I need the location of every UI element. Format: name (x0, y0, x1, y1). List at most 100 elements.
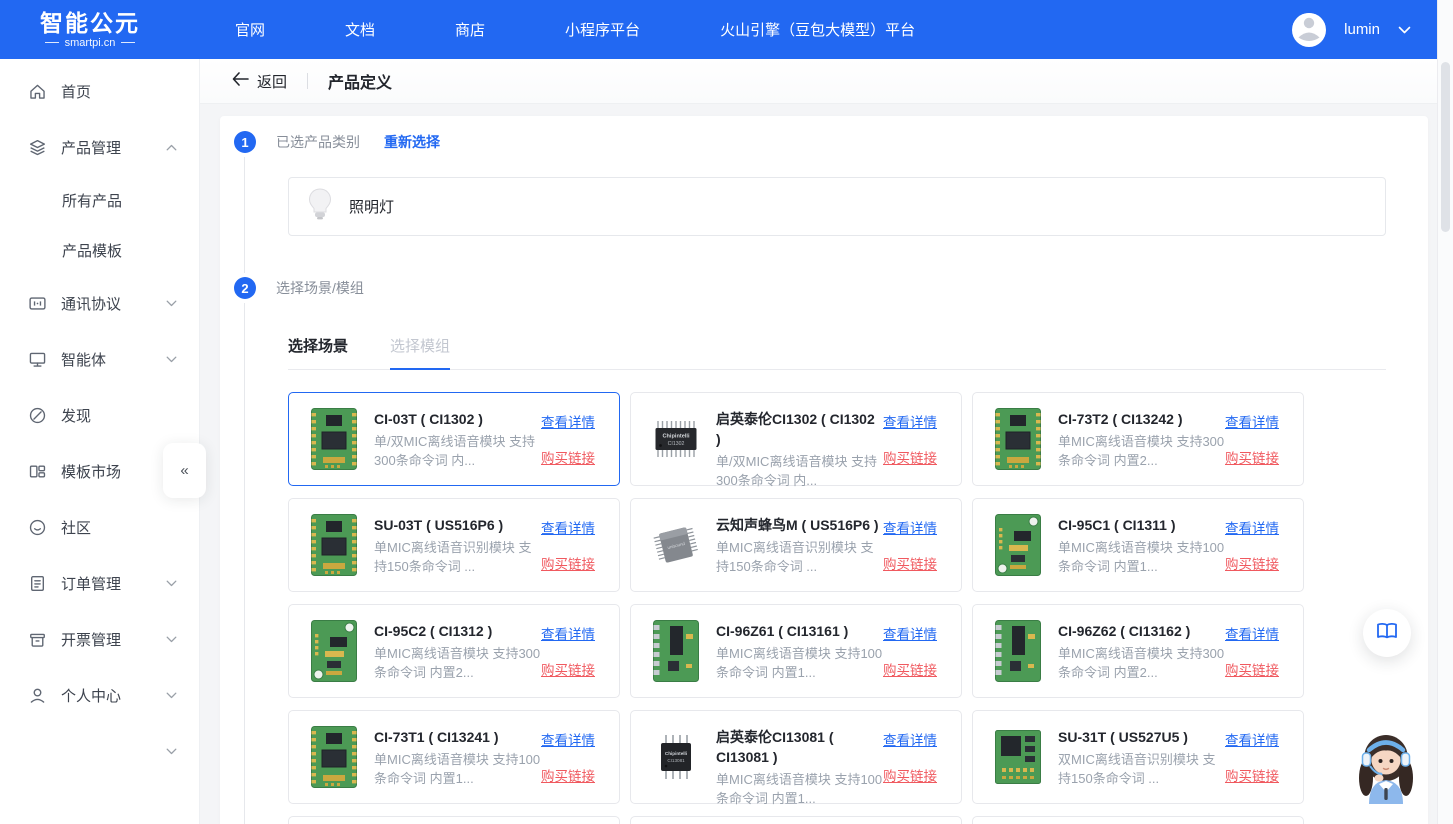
sidebar-item-invoice-management[interactable]: 开票管理 (0, 611, 199, 667)
module-card-partial[interactable] (972, 816, 1304, 824)
chevron-down-icon (166, 636, 177, 643)
content-panel: 1 已选产品类别 重新选择 照明灯 2 选择场景/模组 选择场景 选择模组 CI… (220, 116, 1428, 824)
scrollbar-thumb[interactable] (1441, 62, 1450, 232)
module-card-su-03t[interactable]: SU-03T ( US516P6 )单MIC离线语音识别模块 支持150条命令词… (288, 498, 620, 592)
docs-floating-button[interactable] (1363, 609, 1411, 657)
view-details-link[interactable]: 查看详情 (541, 411, 603, 431)
view-details-link[interactable]: 查看详情 (1225, 623, 1287, 643)
sidebar-item-personal-center[interactable]: 个人中心 (0, 667, 199, 723)
buy-link[interactable]: 购买链接 (1225, 659, 1287, 679)
nav-item-official-site[interactable]: 官网 (235, 19, 265, 40)
orders-icon (28, 574, 47, 593)
view-details-link[interactable]: 查看详情 (541, 623, 603, 643)
module-image-pcb-round (311, 620, 357, 682)
step-connector-line (244, 303, 245, 824)
step2-row: 2 选择场景/模组 (234, 277, 1428, 299)
step1-row: 1 已选产品类别 重新选择 (234, 116, 1428, 153)
buy-link[interactable]: 购买链接 (541, 447, 603, 467)
sidebar-item-more[interactable] (0, 723, 199, 779)
view-details-link[interactable]: 查看详情 (541, 729, 603, 749)
module-card-ci-95c2[interactable]: CI-95C2 ( CI1312 ) 单MIC离线语音模块 支持300条命令词 内… (288, 604, 620, 698)
app-logo[interactable]: 智能公元 smartpi.cn (40, 11, 140, 49)
view-details-link[interactable]: 查看详情 (1225, 517, 1287, 537)
buy-link[interactable]: 购买链接 (541, 659, 603, 679)
sidebar-item-product-management[interactable]: 产品管理 (0, 119, 199, 175)
module-card-partial[interactable] (630, 816, 962, 824)
module-card-ci-95c1[interactable]: CI-95C1 ( CI1311 )单MIC离线语音模块 支持100条命令词 内… (972, 498, 1304, 592)
module-card-partial[interactable] (288, 816, 620, 824)
sidebar-item-community[interactable]: 社区 (0, 499, 199, 555)
sidebar-item-agent[interactable]: 智能体 (0, 331, 199, 387)
module-image-pcb (311, 514, 357, 576)
module-title: SU-03T ( US516P6 ) (374, 515, 541, 535)
svg-text:Chipintelli: Chipintelli (665, 751, 687, 756)
buy-link[interactable]: 购买链接 (883, 659, 945, 679)
buy-link[interactable]: 购买链接 (883, 553, 945, 573)
module-card-su-31t[interactable]: SU-31T ( US527U5 )双MIC离线语音识别模块 支持150条命令词… (972, 710, 1304, 804)
back-button[interactable]: 返回 (232, 71, 287, 92)
buy-link[interactable]: 购买链接 (883, 765, 945, 785)
view-details-link[interactable]: 查看详情 (541, 517, 603, 537)
user-menu-chevron-down-icon[interactable] (1398, 26, 1411, 34)
sidebar-collapse-button[interactable]: « (163, 443, 206, 498)
module-title: 启英泰伦CI13081 ( CI13081 ) (716, 727, 883, 767)
module-card-yzs-fengniao[interactable]: unisound云知声蜂鸟M ( US516P6 )单MIC离线语音识别模块 支… (630, 498, 962, 592)
assistant-mascot[interactable] (1349, 726, 1423, 804)
module-image-chip-black: ChipintelliCI1302 (653, 408, 699, 470)
sidebar-item-all-products[interactable]: 所有产品 (0, 175, 199, 225)
tab-select-scene[interactable]: 选择场景 (288, 335, 348, 369)
view-details-link[interactable]: 查看详情 (883, 729, 945, 749)
nav-item-miniapp-platform[interactable]: 小程序平台 (565, 19, 640, 40)
step2-badge: 2 (234, 277, 256, 299)
nav-item-volcengine-platform[interactable]: 火山引擎（豆包大模型）平台 (720, 19, 915, 40)
sidebar-item-product-templates[interactable]: 产品模板 (0, 225, 199, 275)
buy-link[interactable]: 购买链接 (1225, 447, 1287, 467)
sidebar-item-label: 社区 (61, 517, 177, 538)
sidebar-item-label: 开票管理 (61, 629, 166, 650)
module-title: CI-73T2 ( CI13242 ) (1058, 409, 1225, 429)
svg-text:CI1302: CI1302 (668, 441, 685, 447)
module-card-qyt-ci1302[interactable]: ChipintelliCI1302启英泰伦CI1302 ( CI1302 )单/… (630, 392, 962, 486)
module-title: CI-95C2 ( CI1312 ) (374, 621, 541, 641)
user-avatar[interactable] (1292, 13, 1326, 47)
view-details-link[interactable]: 查看详情 (883, 623, 945, 643)
market-icon (28, 462, 47, 481)
tab-select-module[interactable]: 选择模组 (390, 335, 450, 370)
module-card-ci-96z62[interactable]: CI-96Z62 ( CI13162 )单MIC离线语音模块 支持300条命令词… (972, 604, 1304, 698)
module-card-ci-96z61[interactable]: CI-96Z61 ( CI13161 )单MIC离线语音模块 支持100条命令词… (630, 604, 962, 698)
module-description: 单MIC离线语音识别模块 支持150条命令词 ... (716, 538, 883, 576)
view-details-link[interactable]: 查看详情 (883, 517, 945, 537)
nav-item-store[interactable]: 商店 (455, 19, 485, 40)
module-title: 启英泰伦CI1302 ( CI1302 ) (716, 409, 883, 449)
view-details-link[interactable]: 查看详情 (1225, 729, 1287, 749)
buy-link[interactable]: 购买链接 (1225, 765, 1287, 785)
module-card-ci-73t1[interactable]: CI-73T1 ( CI13241 )单MIC离线语音模块 支持100条命令词 … (288, 710, 620, 804)
module-description: 单MIC离线语音模块 支持100条命令词 内置1... (716, 770, 883, 808)
avatar-person-icon (1292, 13, 1326, 47)
reselect-link[interactable]: 重新选择 (384, 132, 440, 152)
home-icon (28, 82, 47, 101)
sidebar-item-home[interactable]: 首页 (0, 63, 199, 119)
sidebar-item-order-management[interactable]: 订单管理 (0, 555, 199, 611)
module-card-ci-03t[interactable]: CI-03T ( CI1302 )单/双MIC离线语音模块 支持300条命令词 … (288, 392, 620, 486)
sidebar-item-protocol[interactable]: 通讯协议 (0, 275, 199, 331)
module-image-pcb (311, 726, 357, 788)
module-card-ci-73t2[interactable]: CI-73T2 ( CI13242 )单MIC离线语音模块 支持300条命令词 … (972, 392, 1304, 486)
username[interactable]: lumin (1344, 21, 1380, 38)
buy-link[interactable]: 购买链接 (883, 447, 945, 467)
page-scrollbar[interactable] (1437, 0, 1453, 824)
step2-label: 选择场景/模组 (276, 278, 364, 298)
buy-link[interactable]: 购买链接 (541, 765, 603, 785)
module-card-qyt-ci13081[interactable]: ChipintelliCI13081启英泰伦CI13081 ( CI13081 … (630, 710, 962, 804)
buy-link[interactable]: 购买链接 (1225, 553, 1287, 573)
module-title: 云知声蜂鸟M ( US516P6 ) (716, 515, 883, 535)
module-description: 单MIC离线语音模块 支持300条命令词 内置2... (374, 644, 541, 682)
nav-item-docs[interactable]: 文档 (345, 19, 375, 40)
module-title: CI-96Z62 ( CI13162 ) (1058, 621, 1225, 641)
back-label: 返回 (257, 71, 287, 92)
buy-link[interactable]: 购买链接 (541, 553, 603, 573)
sidebar-item-discover[interactable]: 发现 (0, 387, 199, 443)
chevron-down-icon (166, 692, 177, 699)
view-details-link[interactable]: 查看详情 (883, 411, 945, 431)
view-details-link[interactable]: 查看详情 (1225, 411, 1287, 431)
